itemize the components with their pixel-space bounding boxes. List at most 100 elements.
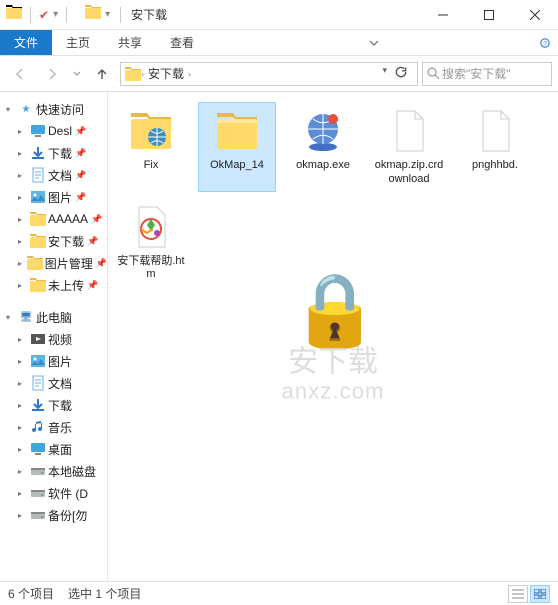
qat-separator <box>30 7 31 23</box>
tree-item[interactable]: ▸文档📌 <box>0 164 107 186</box>
file-label: 安下载帮助.htm <box>115 255 187 283</box>
search-placeholder: 搜索"安下载" <box>442 65 511 82</box>
file-item[interactable]: okmap.exe <box>284 102 362 192</box>
docs-icon <box>30 375 46 391</box>
folder-icon <box>30 211 46 227</box>
nav-back-button[interactable] <box>6 60 34 88</box>
title-separator <box>120 7 121 23</box>
tree-item-label: 桌面 <box>48 441 72 458</box>
file-icon <box>299 107 347 155</box>
tree-item-label: 视频 <box>48 331 72 348</box>
pin-icon: 📌 <box>75 148 86 159</box>
tree-item-label: 未上传 <box>48 277 84 294</box>
tree-this-pc[interactable]: ▾ 🖥 此电脑 <box>0 306 107 328</box>
downloads-icon <box>30 145 46 161</box>
maximize-button[interactable] <box>466 0 512 29</box>
tab-home[interactable]: 主页 <box>52 30 104 55</box>
watermark-line2: anxz.com <box>282 378 385 404</box>
watermark: 🔒 安下载 anxz.com <box>282 274 385 404</box>
status-selected-count: 选中 1 个项目 <box>68 585 141 602</box>
tree-item[interactable]: ▸AAAAA📌 <box>0 208 107 230</box>
pin-icon: 📌 <box>87 280 98 291</box>
title-folder-icon <box>85 5 101 24</box>
disk-icon <box>30 507 46 523</box>
pc-icon: 🖥 <box>18 309 34 325</box>
tab-share[interactable]: 共享 <box>104 30 156 55</box>
ribbon-help-button[interactable]: ? <box>540 30 558 55</box>
tree-item[interactable]: ▸音乐 <box>0 416 107 438</box>
tree-item[interactable]: ▸备份[勿 <box>0 504 107 526</box>
folder-icon <box>27 255 43 271</box>
close-button[interactable] <box>512 0 558 29</box>
tab-file[interactable]: 文件 <box>0 30 52 55</box>
nav-history-button[interactable] <box>70 60 84 88</box>
nav-forward-button[interactable] <box>38 60 66 88</box>
tree-item-label: Desl <box>48 124 72 138</box>
star-icon: ★ <box>18 101 34 117</box>
tree-item-label: 下载 <box>48 397 72 414</box>
tree-item[interactable]: ▸文档 <box>0 372 107 394</box>
file-icon <box>127 107 175 155</box>
file-item[interactable]: pnghhbd. <box>456 102 534 192</box>
title-dropdown-icon[interactable]: ▾ <box>105 9 110 20</box>
tree-item-label: 文档 <box>48 167 72 184</box>
file-label: pnghhbd. <box>472 159 518 173</box>
search-input[interactable]: 搜索"安下载" <box>422 62 552 86</box>
qat-check-icon[interactable]: ✔ <box>39 8 49 22</box>
view-icons-button[interactable] <box>530 585 550 603</box>
address-dropdown-icon[interactable]: ▾ <box>382 65 387 82</box>
pin-icon: 📌 <box>91 214 102 225</box>
tree-item[interactable]: ▸未上传📌 <box>0 274 107 296</box>
qat-dropdown-icon[interactable]: ▾ <box>53 9 58 20</box>
file-item[interactable]: OkMap_14 <box>198 102 276 192</box>
file-label: Fix <box>144 159 159 173</box>
tree-quick-access[interactable]: ▾ ★ 快速访问 <box>0 98 107 120</box>
address-refresh-icon[interactable] <box>389 65 413 82</box>
tree-item[interactable]: ▸图片管理📌 <box>0 252 107 274</box>
tree-item-label: 图片管理 <box>45 255 93 272</box>
tree-item[interactable]: ▸安下载📌 <box>0 230 107 252</box>
ribbon-expand-button[interactable] <box>361 30 387 55</box>
tree-item[interactable]: ▸图片 <box>0 350 107 372</box>
pin-icon: 📌 <box>75 170 86 181</box>
file-icon <box>471 107 519 155</box>
file-icon <box>213 107 261 155</box>
file-item[interactable]: 安下载帮助.htm <box>112 198 190 288</box>
tree-item[interactable]: ▸本地磁盘 <box>0 460 107 482</box>
file-label: okmap.zip.crdownload <box>373 159 445 187</box>
tree-item-label: 本地磁盘 <box>48 463 96 480</box>
tree-item[interactable]: ▸下载 <box>0 394 107 416</box>
tree-item[interactable]: ▸视频 <box>0 328 107 350</box>
tree-item[interactable]: ▸桌面 <box>0 438 107 460</box>
minimize-button[interactable] <box>420 0 466 29</box>
tab-view[interactable]: 查看 <box>156 30 208 55</box>
file-icon <box>385 107 433 155</box>
nav-tree[interactable]: ▾ ★ 快速访问 ▸Desl📌▸下载📌▸文档📌▸图片📌▸AAAAA📌▸安下载📌▸… <box>0 92 108 581</box>
breadcrumb[interactable]: 安下载 <box>144 65 188 82</box>
file-item[interactable]: okmap.zip.crdownload <box>370 102 448 192</box>
tree-item-label: 安下载 <box>48 233 84 250</box>
tree-item[interactable]: ▸软件 (D <box>0 482 107 504</box>
breadcrumb-chevron-2[interactable]: › <box>188 69 191 79</box>
pin-icon: 📌 <box>96 258 107 269</box>
window-title: 安下载 <box>131 6 167 23</box>
view-details-button[interactable] <box>508 585 528 603</box>
nav-up-button[interactable] <box>88 60 116 88</box>
file-icon <box>127 203 175 251</box>
tree-item[interactable]: ▸Desl📌 <box>0 120 107 142</box>
tree-item[interactable]: ▸图片📌 <box>0 186 107 208</box>
tree-item-label: 图片 <box>48 189 72 206</box>
pics-icon <box>30 189 46 205</box>
tree-item-label: 图片 <box>48 353 72 370</box>
tree-item-label: 文档 <box>48 375 72 392</box>
tree-label: 快速访问 <box>36 101 84 118</box>
video-icon <box>30 331 46 347</box>
desktop-icon <box>30 441 46 457</box>
address-bar[interactable]: › 安下载 › ▾ <box>120 62 418 86</box>
disk-icon <box>30 485 46 501</box>
docs-icon <box>30 167 46 183</box>
tree-item[interactable]: ▸下载📌 <box>0 142 107 164</box>
file-item[interactable]: Fix <box>112 102 190 192</box>
music-icon <box>30 419 46 435</box>
pics-icon <box>30 353 46 369</box>
